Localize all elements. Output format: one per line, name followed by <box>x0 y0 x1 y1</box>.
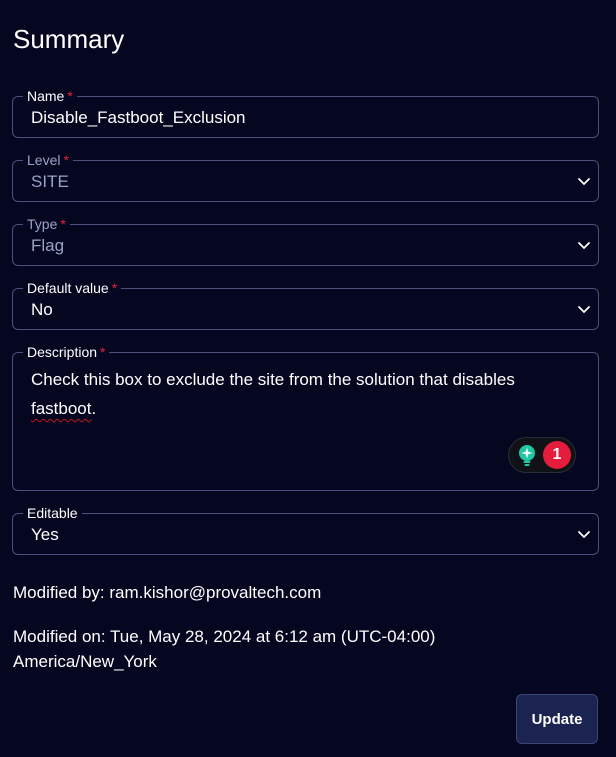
name-input[interactable]: Disable_Fastboot_Exclusion <box>31 107 246 129</box>
chevron-down-icon[interactable] <box>576 526 592 542</box>
required-marker: * <box>63 152 69 168</box>
name-label: Name * <box>23 87 77 105</box>
description-text[interactable]: Check this box to exclude the site from … <box>31 365 576 423</box>
type-label: Type * <box>23 215 70 233</box>
level-value: SITE <box>31 172 69 191</box>
chevron-down-icon[interactable] <box>576 173 592 189</box>
default-value-label: Default value * <box>23 279 122 297</box>
default-value-value: No <box>31 300 53 319</box>
update-button[interactable]: Update <box>516 694 598 744</box>
type-select[interactable]: Type * Flag <box>12 215 599 266</box>
name-field[interactable]: Name * Disable_Fastboot_Exclusion <box>12 87 599 138</box>
modified-by: Modified by: ram.kishor@provaltech.com <box>13 583 322 602</box>
editable-label: Editable <box>23 504 82 522</box>
default-value-select[interactable]: Default value * No <box>12 279 599 330</box>
required-marker: * <box>67 88 73 104</box>
modified-on: Modified on: Tue, May 28, 2024 at 6:12 a… <box>13 627 436 646</box>
required-marker: * <box>100 344 106 360</box>
editable-value: Yes <box>31 525 59 544</box>
chevron-down-icon[interactable] <box>576 301 592 317</box>
suggestion-count-badge: 1 <box>543 441 571 469</box>
page-title: Summary <box>13 24 125 54</box>
writing-assistant-button[interactable]: 1 <box>508 437 576 473</box>
level-label: Level * <box>23 151 73 169</box>
description-label: Description * <box>23 343 110 361</box>
required-marker: * <box>111 280 118 296</box>
misspelled-word[interactable]: fastboot <box>31 399 92 418</box>
level-select[interactable]: Level * SITE <box>12 151 599 202</box>
required-marker: * <box>60 216 66 232</box>
description-textarea[interactable]: Description * Check this box to exclude t… <box>12 343 599 491</box>
editable-select[interactable]: Editable Yes <box>12 504 599 555</box>
lightbulb-icon <box>519 445 535 466</box>
chevron-down-icon[interactable] <box>576 237 592 253</box>
summary-panel: Summary Name * Disable_Fastboot_Exclusion… <box>0 0 616 757</box>
modified-on-timezone: America/New_York <box>13 652 157 671</box>
type-value: Flag <box>31 236 65 255</box>
